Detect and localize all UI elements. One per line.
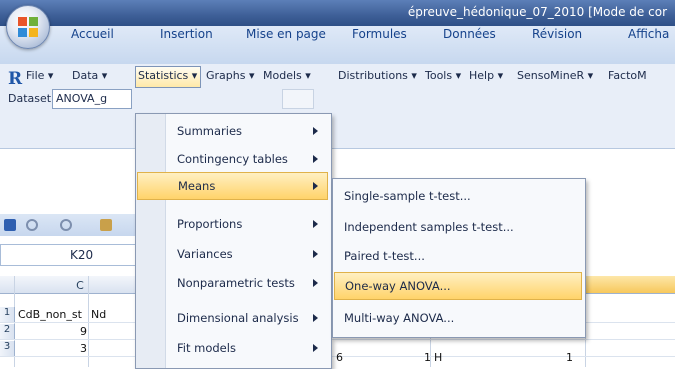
chevron-right-icon — [313, 127, 318, 135]
name-box-value: K20 — [70, 248, 94, 262]
tab-formules[interactable]: Formules — [352, 27, 407, 41]
menu-sensominer[interactable]: SensoMineR ▾ — [517, 69, 593, 82]
tab-donnees[interactable]: Données — [443, 27, 496, 41]
column-header-c[interactable]: C — [60, 279, 100, 292]
menu-item-paired-t-test[interactable]: Paired t-test... — [334, 243, 582, 269]
menu-item-dimensional-analysis[interactable]: Dimensional analysis — [137, 305, 328, 331]
statistics-dropdown: Summaries Contingency tables Means Propo… — [135, 113, 332, 369]
row-header-2[interactable]: 2 — [0, 324, 15, 339]
chevron-right-icon — [313, 220, 318, 228]
menu-item-multi-way-anova[interactable]: Multi-way ANOVA... — [334, 305, 582, 331]
menu-item-means[interactable]: Means — [137, 172, 328, 200]
office-logo-icon — [18, 17, 38, 37]
menu-help[interactable]: Help ▾ — [469, 69, 503, 82]
menu-item-label: Multi-way ANOVA... — [344, 311, 455, 325]
menu-distributions[interactable]: Distributions ▾ — [338, 69, 417, 82]
chevron-right-icon — [313, 250, 318, 258]
menu-file[interactable]: File ▾ — [26, 69, 53, 82]
menu-item-label: Variances — [177, 247, 233, 261]
redo-icon[interactable] — [60, 219, 72, 231]
menu-item-label: Dimensional analysis — [177, 311, 299, 325]
menu-item-fit-models[interactable]: Fit models — [137, 335, 328, 361]
menu-item-summaries[interactable]: Summaries — [137, 118, 328, 144]
menu-graphs[interactable]: Graphs ▾ — [206, 69, 255, 82]
model-dropdown[interactable] — [282, 89, 314, 109]
tab-mise-en-page[interactable]: Mise en page — [246, 27, 326, 41]
cell-c1[interactable]: CdB_non_st — [18, 308, 82, 321]
menu-item-label: Proportions — [177, 217, 243, 231]
tab-accueil[interactable]: Accueil — [71, 27, 114, 41]
print-icon[interactable] — [100, 219, 112, 231]
undo-icon[interactable] — [26, 219, 38, 231]
cell-d1[interactable]: Nd — [91, 308, 106, 321]
menu-data[interactable]: Data ▾ — [72, 69, 107, 82]
menu-item-independent-samples-t-test[interactable]: Independent samples t-test... — [334, 214, 582, 240]
menu-factominer[interactable]: FactoM — [608, 69, 647, 82]
tab-affichage[interactable]: Afficha — [628, 27, 669, 41]
menu-item-one-way-anova[interactable]: One-way ANOVA... — [334, 272, 582, 300]
chevron-right-icon — [313, 182, 318, 190]
row-line — [0, 339, 675, 340]
cell-g3[interactable]: H — [434, 351, 442, 364]
r-logo: R — [8, 69, 23, 89]
chevron-right-icon — [313, 344, 318, 352]
cell-c3[interactable]: 3 — [80, 342, 87, 355]
menu-item-nonparametric-tests[interactable]: Nonparametric tests — [137, 270, 328, 296]
menu-item-label: Summaries — [177, 124, 243, 138]
chevron-right-icon — [313, 155, 318, 163]
menu-item-label: Means — [178, 179, 216, 193]
menu-item-label: One-way ANOVA... — [345, 279, 451, 293]
menu-item-label: Single-sample t-test... — [344, 189, 471, 203]
column-selected-highlight — [585, 276, 675, 293]
cell-c2[interactable]: 9 — [80, 325, 87, 338]
means-submenu: Single-sample t-test... Independent samp… — [332, 178, 586, 338]
menu-models[interactable]: Models ▾ — [263, 69, 311, 82]
menu-item-label: Independent samples t-test... — [344, 220, 514, 234]
office-button[interactable] — [6, 5, 50, 49]
row-header-1[interactable]: 1 — [0, 307, 15, 322]
menu-item-contingency-tables[interactable]: Contingency tables — [137, 146, 328, 172]
menu-statistics[interactable]: Statistics ▾ — [138, 69, 197, 82]
name-box[interactable] — [0, 244, 137, 266]
row-header-3[interactable]: 3 — [0, 341, 15, 356]
menu-tools[interactable]: Tools ▾ — [425, 69, 461, 82]
menu-item-variances[interactable]: Variances — [137, 241, 328, 267]
menu-item-proportions[interactable]: Proportions — [137, 211, 328, 237]
menu-item-label: Nonparametric tests — [177, 276, 295, 290]
tab-revision[interactable]: Révision — [532, 27, 582, 41]
save-icon[interactable] — [4, 219, 16, 231]
chevron-right-icon — [313, 314, 318, 322]
cell-j3[interactable]: 1 — [566, 351, 573, 364]
cell-e3[interactable]: 6 — [336, 351, 343, 364]
cell-f3[interactable]: 1 — [424, 351, 431, 364]
chevron-right-icon — [313, 279, 318, 287]
tab-insertion[interactable]: Insertion — [160, 27, 213, 41]
window-title: épreuve_hédonique_07_2010 [Mode de cor — [407, 5, 667, 19]
menu-item-label: Contingency tables — [177, 152, 288, 166]
menu-item-label: Paired t-test... — [344, 249, 425, 263]
menu-item-label: Fit models — [177, 341, 236, 355]
dataset-value: ANOVA_g — [56, 92, 108, 105]
dataset-label: Dataset: — [8, 92, 55, 105]
menu-item-single-sample-t-test[interactable]: Single-sample t-test... — [334, 183, 582, 209]
